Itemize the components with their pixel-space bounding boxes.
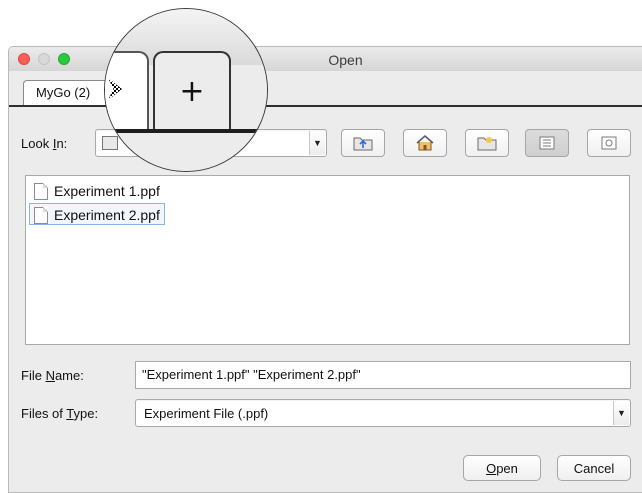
file-name-field[interactable]: "Experiment 1.ppf" "Experiment 2.ppf" — [135, 361, 631, 389]
open-dialog: Open MyGo (2) Look In: ▼ Experiment 1.pp… — [8, 46, 642, 493]
file-list[interactable]: Experiment 1.ppf Experiment 2.ppf — [25, 175, 630, 345]
file-type-label: Files of Type: — [21, 406, 99, 421]
window-title: Open — [328, 52, 363, 68]
file-type-value: Experiment File (.ppf) — [144, 406, 269, 421]
title-bar: Open — [9, 47, 642, 71]
new-folder-icon — [477, 137, 497, 151]
home-button[interactable] — [403, 129, 447, 157]
file-name: Experiment 2.ppf — [54, 207, 160, 223]
chevron-down-icon[interactable]: ▼ — [309, 131, 325, 155]
open-button[interactable]: Open — [463, 455, 541, 481]
file-icon — [34, 182, 48, 200]
up-folder-icon — [353, 137, 373, 151]
file-name: Experiment 1.ppf — [54, 183, 160, 199]
new-folder-button[interactable] — [465, 129, 509, 157]
details-view-button[interactable] — [587, 129, 631, 157]
file-icon — [34, 206, 48, 224]
new-tab-button[interactable]: + — [153, 51, 231, 129]
details-view-icon — [601, 136, 617, 150]
file-type-select[interactable]: Experiment File (.ppf) ▼ — [135, 399, 631, 427]
home-icon — [416, 135, 434, 151]
list-view-icon — [539, 136, 555, 150]
list-view-button[interactable] — [525, 129, 569, 157]
up-one-level-button[interactable] — [341, 129, 385, 157]
look-in-label: Look In: — [21, 136, 68, 151]
chevron-down-icon[interactable]: ▼ — [613, 401, 629, 425]
open-mnemonic: O — [486, 460, 497, 476]
file-name-label: File Name: — [21, 368, 84, 383]
list-item[interactable]: Experiment 1.ppf — [29, 179, 165, 201]
magnified-folder-icon — [111, 147, 127, 161]
magnifier-overlay: + — [104, 8, 268, 172]
tab-mygo[interactable]: MyGo (2) — [23, 80, 115, 105]
magnified-tab-edge — [105, 51, 149, 131]
magnified-body — [105, 133, 267, 171]
cancel-button[interactable]: Cancel — [557, 455, 631, 481]
open-label: pen — [496, 460, 518, 476]
list-item[interactable]: Experiment 2.ppf — [29, 203, 165, 225]
